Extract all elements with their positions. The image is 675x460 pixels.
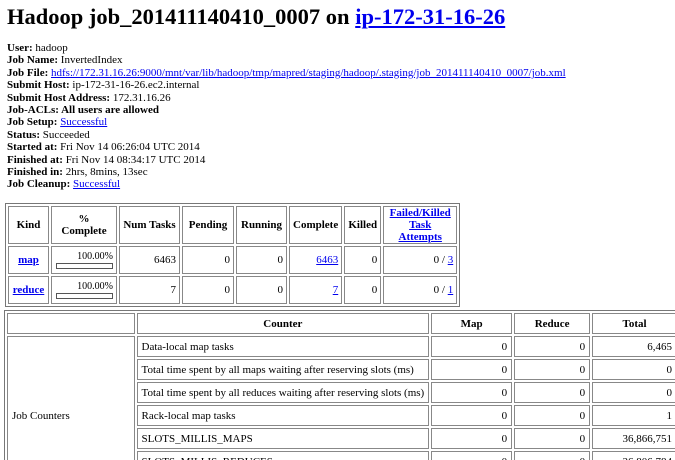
counter-group-label: Job Counters <box>7 336 135 460</box>
percent-complete-value: 100.00% <box>77 281 113 292</box>
col-failed-killed: Failed/Killed Task Attempts <box>383 206 458 244</box>
info-submit-host: Submit Host: ip-172-31-16-26.ec2.interna… <box>7 79 200 92</box>
counter-total: 0 <box>592 359 675 380</box>
progress-bar <box>56 293 113 299</box>
counter-reduce: 0 <box>514 359 591 380</box>
counter-map: 0 <box>431 428 513 449</box>
host-link[interactable]: ip-172-31-16-26 <box>355 4 505 29</box>
counter-total: 1 <box>592 405 675 426</box>
progress-bar-fill <box>57 294 112 298</box>
col-killed: Killed <box>344 206 382 244</box>
counter-reduce: 0 <box>514 428 591 449</box>
counter-total: 6,465 <box>592 336 675 357</box>
col-num-tasks: Num Tasks <box>119 206 180 244</box>
killed-value: 0 <box>344 246 382 274</box>
job-info: User: hadoop Job Name: InvertedIndex Job… <box>7 42 566 191</box>
col-group <box>7 313 135 334</box>
counter-total: 26,806,784 <box>592 451 675 460</box>
failed-killed-link[interactable]: 3 <box>448 254 454 266</box>
pending-value: 0 <box>182 276 234 304</box>
complete-link[interactable]: 6463 <box>316 254 338 266</box>
col-complete: Complete <box>289 206 343 244</box>
col-counter: Counter <box>136 313 430 334</box>
job-cleanup-link[interactable]: Successful <box>73 178 120 190</box>
kind-reduce-link[interactable]: reduce <box>13 284 45 296</box>
counter-name: Total time spent by all maps waiting aft… <box>136 359 430 380</box>
info-started-at: Started at: Fri Nov 14 06:26:04 UTC 2014 <box>7 141 200 154</box>
job-row-reduce: reduce 100.00% 7 0 0 7 0 0 / 1 <box>8 276 458 304</box>
info-job-file: Job File: hdfs://172.31.16.26:9000/mnt/v… <box>7 66 566 79</box>
counter-reduce: 0 <box>514 405 591 426</box>
counter-total: 0 <box>592 382 675 403</box>
col-total: Total <box>592 313 675 334</box>
col-pending: Pending <box>182 206 234 244</box>
counter-total: 36,866,751 <box>592 428 675 449</box>
info-user: User: hadoop <box>7 42 68 54</box>
job-details-page: Hadoop job_201411140410_0007 on ip-172-3… <box>0 0 675 460</box>
killed-value: 0 <box>344 276 382 304</box>
progress-cell: 100.00% <box>51 246 117 274</box>
counter-reduce: 0 <box>514 382 591 403</box>
percent-complete-value: 100.00% <box>77 251 113 262</box>
info-finished-in: Finished in: 2hrs, 8mins, 13sec <box>7 166 148 179</box>
info-finished-at: Finished at: Fri Nov 14 08:34:17 UTC 201… <box>7 153 206 166</box>
counter-name: Total time spent by all reduces waiting … <box>136 382 430 403</box>
page-title-text: Hadoop job_201411140410_0007 on <box>7 4 356 29</box>
running-value: 0 <box>236 246 287 274</box>
counter-name: SLOTS_MILLIS_MAPS <box>136 428 430 449</box>
failed-killed-link[interactable]: 1 <box>448 284 454 296</box>
info-job-cleanup: Job Cleanup: Successful <box>7 178 121 191</box>
counter-map: 0 <box>431 405 513 426</box>
num-tasks-value: 6463 <box>119 246 180 274</box>
job-file-link[interactable]: hdfs://172.31.16.26:9000/mnt/var/lib/had… <box>51 67 566 79</box>
info-status: Status: Succeeded <box>7 128 90 141</box>
counter-name: Rack-local map tasks <box>136 405 430 426</box>
progress-bar <box>56 263 113 269</box>
job-row-map: map 100.00% 6463 0 0 6463 0 0 / 3 <box>8 246 458 274</box>
num-tasks-value: 7 <box>119 276 180 304</box>
col-percent-complete: % Complete <box>51 206 117 244</box>
info-submit-host-address: Submit Host Address: 172.31.16.26 <box>7 91 171 104</box>
counter-map: 0 <box>431 359 513 380</box>
counter-reduce: 0 <box>514 336 591 357</box>
counter-row: Job Counters Data-local map tasks 0 0 6,… <box>7 336 675 460</box>
job-summary-table: Kind % Complete Num Tasks Pending Runnin… <box>5 203 461 307</box>
failed-killed-cell: 0 / 3 <box>383 246 458 274</box>
pending-value: 0 <box>182 246 234 274</box>
counter-name: SLOTS_MILLIS_REDUCES <box>136 451 430 460</box>
info-job-acls: Job-ACLs: All users are allowed <box>7 104 159 117</box>
page-title: Hadoop job_201411140410_0007 on ip-172-3… <box>7 4 505 30</box>
counter-reduce: 0 <box>514 451 591 460</box>
info-job-setup: Job Setup: Successful <box>7 116 108 129</box>
job-setup-link[interactable]: Successful <box>60 116 107 128</box>
running-value: 0 <box>236 276 287 304</box>
complete-link[interactable]: 7 <box>333 284 339 296</box>
info-job-name: Job Name: InvertedIndex <box>7 54 123 67</box>
counter-name: Data-local map tasks <box>136 336 430 357</box>
counters-table: Counter Map Reduce Total Job Counters Da… <box>4 310 675 460</box>
col-reduce: Reduce <box>514 313 591 334</box>
kind-map-link[interactable]: map <box>18 254 39 266</box>
progress-cell: 100.00% <box>51 276 117 304</box>
counter-map: 0 <box>431 336 513 357</box>
col-kind: Kind <box>8 206 49 244</box>
counter-map: 0 <box>431 451 513 460</box>
col-running: Running <box>236 206 287 244</box>
failed-killed-cell: 0 / 1 <box>383 276 458 304</box>
failed-killed-header-link[interactable]: Failed/Killed Task Attempts <box>390 207 451 243</box>
col-map: Map <box>431 313 513 334</box>
progress-bar-fill <box>57 264 112 268</box>
counter-map: 0 <box>431 382 513 403</box>
job-table-header: Kind % Complete Num Tasks Pending Runnin… <box>8 206 458 244</box>
counters-header: Counter Map Reduce Total <box>7 313 675 334</box>
